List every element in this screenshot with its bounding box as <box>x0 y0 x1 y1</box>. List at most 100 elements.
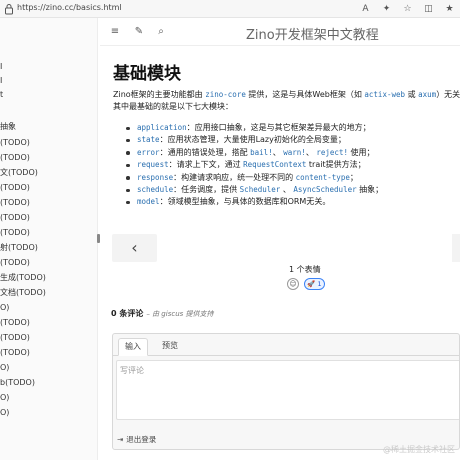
list-item-text: ：请求上下文，通过 <box>168 160 244 170</box>
intro-text: Zino框架的主要功能都由 <box>113 90 206 99</box>
favorite-star-icon[interactable]: ☆ <box>397 2 418 16</box>
watermark: @稀土掘金技术社区 <box>383 445 455 454</box>
sidebar-item[interactable]: 文档(TODO) <box>0 288 46 298</box>
sign-out-icon: ⇥ <box>117 435 124 444</box>
intro-text: 或 <box>405 90 419 99</box>
list-item: error：通用的错误处理，搭配 bail!、 warn!、 reject! 使… <box>126 147 383 159</box>
article: 基础模块 Zino框架的主要功能都由 zino-core 提供，这是与具体Web… <box>100 46 460 460</box>
inline-code: Scheduler <box>239 185 281 195</box>
inline-code: warn! <box>283 147 306 157</box>
sidebar-item[interactable]: (TODO) <box>0 198 30 208</box>
reader-mode-icon[interactable]: ✦ <box>376 2 397 16</box>
list-item: application：应用接口抽象，这是与其它框架差异最大的地方； <box>126 122 383 134</box>
sidebar-item[interactable]: I <box>0 62 2 72</box>
chevron-left-icon: ‹ <box>131 238 138 257</box>
inline-code: request <box>137 160 169 170</box>
list-item-text: ：领域模型抽象，与具体的数据库和ORM无关。 <box>159 197 331 207</box>
sidebar-item[interactable]: (TODO) <box>0 153 30 163</box>
sign-out-label: 退出登录 <box>126 435 157 444</box>
list-item-text: 使用； <box>347 147 375 157</box>
comment-box: 输入 预览 写评论 ⇥ 退出登录 <box>112 333 460 450</box>
list-item-text: ：任务调度，提供 <box>173 185 240 195</box>
sidebar-item[interactable]: 抽象 <box>0 122 16 132</box>
site-title: Zino开发框架中文教程 <box>246 28 379 43</box>
sidebar-item[interactable]: (TODO) <box>0 213 30 223</box>
sidebar-item[interactable]: (TODO) <box>0 333 30 343</box>
sidebar-item[interactable]: (TODO) <box>0 183 30 193</box>
inline-code: model <box>137 197 160 207</box>
inline-code: reject! <box>316 147 348 157</box>
list-item-text: ：应用状态管理，大量使用Lazy初始化的全局变量； <box>159 135 346 145</box>
list-item-text: ； <box>349 172 358 182</box>
list-item-text: 、 <box>280 185 294 195</box>
sidebar-item[interactable]: I <box>0 76 2 86</box>
sidebar-item[interactable]: t <box>0 90 3 100</box>
comments-header: 0 条评论 – 由 giscus 提供支持 <box>111 308 214 319</box>
giscus-credit-link[interactable]: – 由 giscus 提供支持 <box>146 310 213 318</box>
list-item-text: ：构建请求响应，统一处理不同的 <box>173 172 296 182</box>
sidebar-item[interactable]: 文(TODO) <box>0 168 38 178</box>
lock-icon <box>5 4 13 15</box>
sidebar-item[interactable]: (TODO) <box>0 318 30 328</box>
add-reaction-icon[interactable]: ☺ <box>287 278 299 290</box>
inline-code: AsyncScheduler <box>293 185 357 195</box>
favorites-icon[interactable]: ★ <box>439 2 460 16</box>
inline-code: response <box>137 172 174 182</box>
sidebar: I I t 抽象 (TODO) (TODO) 文(TODO) (TODO) (T… <box>0 18 98 460</box>
list-item-text: 、 <box>305 147 317 157</box>
inline-code: zino-core <box>205 90 246 99</box>
comment-count: 0 条评论 <box>111 309 144 318</box>
inline-code: application <box>137 123 187 132</box>
browser-toolbar-icons: A ✦ ☆ ◫ ★ <box>355 2 460 16</box>
sidebar-item[interactable]: (TODO) <box>0 258 30 268</box>
prev-page-button[interactable]: ‹ <box>112 234 157 262</box>
inline-code: schedule <box>137 185 174 195</box>
sidebar-item[interactable]: O) <box>0 408 9 418</box>
list-item: request：请求上下文，通过 RequestContext trait提供方… <box>126 159 383 171</box>
sidebar-item[interactable]: (TODO) <box>0 138 30 148</box>
inline-code: error <box>137 147 160 157</box>
read-aloud-icon[interactable]: A <box>355 2 376 16</box>
sidebar-item[interactable]: O) <box>0 363 9 373</box>
list-item-text: 抽象； <box>356 185 384 195</box>
page-title: 基础模块 <box>113 64 181 84</box>
module-list: application：应用接口抽象，这是与其它框架差异最大的地方； state… <box>126 122 383 209</box>
list-item-text: ：应用接口抽象，这是与其它框架差异最大的地方； <box>186 123 371 132</box>
theme-brush-icon[interactable]: ✎ <box>132 25 146 39</box>
sidebar-item[interactable]: (TODO) <box>0 228 30 238</box>
sidebar-item[interactable]: b(TODO) <box>0 378 35 388</box>
comment-input[interactable]: 写评论 <box>116 360 459 420</box>
split-screen-icon[interactable]: ◫ <box>418 2 439 16</box>
content-toolbar: ≡ ✎ ⌕ Zino开发框架中文教程 <box>100 18 460 46</box>
sign-out-button[interactable]: ⇥ 退出登录 <box>117 434 156 445</box>
tab-write[interactable]: 输入 <box>118 338 148 356</box>
search-icon[interactable]: ⌕ <box>154 25 168 39</box>
browser-address-bar[interactable]: https://zino.cc/basics.html A ✦ ☆ ◫ ★ <box>0 0 460 18</box>
list-item: response：构建请求响应，统一处理不同的 content-type； <box>126 172 383 184</box>
intro-text: 提供，这是与具体Web框架（如 <box>245 90 365 99</box>
menu-icon[interactable]: ≡ <box>108 25 122 39</box>
sidebar-item[interactable]: O) <box>0 303 9 313</box>
sidebar-item[interactable]: 生成(TODO) <box>0 273 46 283</box>
sidebar-item[interactable]: (TODO) <box>0 348 30 358</box>
inline-code: RequestContext <box>243 160 307 170</box>
list-item-text: trait提供方法； <box>306 160 366 170</box>
inline-code: content-type <box>295 172 350 182</box>
inline-code: actix-web <box>364 90 406 99</box>
inline-code: axum <box>418 90 437 99</box>
rocket-reaction-button[interactable]: 🚀 1 <box>304 278 325 290</box>
reaction-count: 1 个表情 <box>289 265 321 274</box>
sidebar-item[interactable]: O) <box>0 393 9 403</box>
tab-preview[interactable]: 预览 <box>155 338 185 356</box>
url-text[interactable]: https://zino.cc/basics.html <box>17 3 122 12</box>
sidebar-item[interactable]: 射(TODO) <box>0 243 38 253</box>
inline-code: bail! <box>250 147 273 157</box>
next-page-button[interactable] <box>452 234 460 262</box>
list-item: schedule：任务调度，提供 Scheduler 、 AsyncSchedu… <box>126 184 383 196</box>
list-item-text: ：通用的错误处理，搭配 <box>159 147 251 157</box>
intro-paragraph: Zino框架的主要功能都由 zino-core 提供，这是与具体Web框架（如 … <box>113 89 460 113</box>
inline-code: state <box>137 135 160 145</box>
list-item: model：领域模型抽象，与具体的数据库和ORM无关。 <box>126 196 383 208</box>
list-item-text: 、 <box>272 147 284 157</box>
comment-tabs: 输入 预览 <box>113 334 459 356</box>
